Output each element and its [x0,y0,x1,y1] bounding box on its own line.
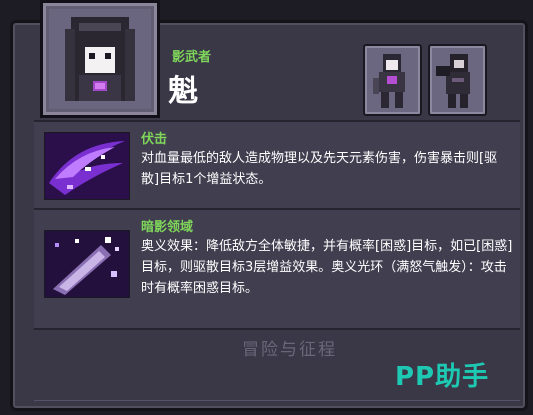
ambush-skill-icon [44,132,130,200]
watermark: PP助手 [395,362,490,392]
skill-section: 伏击 对血量最低的敌人造成物理以及先天元素伤害，伤害暴击则[驱散]目标1个增益状… [34,120,520,209]
skill-description: 奥义效果：降低敌方全体敏捷，并有概率[困惑]目标，如已[困惑]目标，则驱散目标3… [141,239,513,296]
hero-portrait-icon [49,9,151,109]
skin-option[interactable] [363,44,422,116]
skill-title: 伏击 [141,132,168,147]
skill-section: 暗影领域 奥义效果：降低敌方全体敏捷，并有概率[困惑]目标，如已[困惑]目标，则… [34,208,520,329]
hero-portrait [40,0,160,118]
skin-option[interactable] [428,44,487,116]
skill-title: 暗影领域 [141,220,194,235]
shadow-domain-skill-icon [44,230,130,298]
skin-icon [436,54,470,108]
hero-name: 魁 [168,74,199,109]
skill-description: 对血量最低的敌人造成物理以及先天元素伤害，伤害暴击则[驱散]目标1个增益状态。 [141,151,498,187]
game-logo: 冒险与征程 [242,340,337,360]
hero-role: 影武者 [172,50,212,65]
skin-icon [373,54,405,108]
